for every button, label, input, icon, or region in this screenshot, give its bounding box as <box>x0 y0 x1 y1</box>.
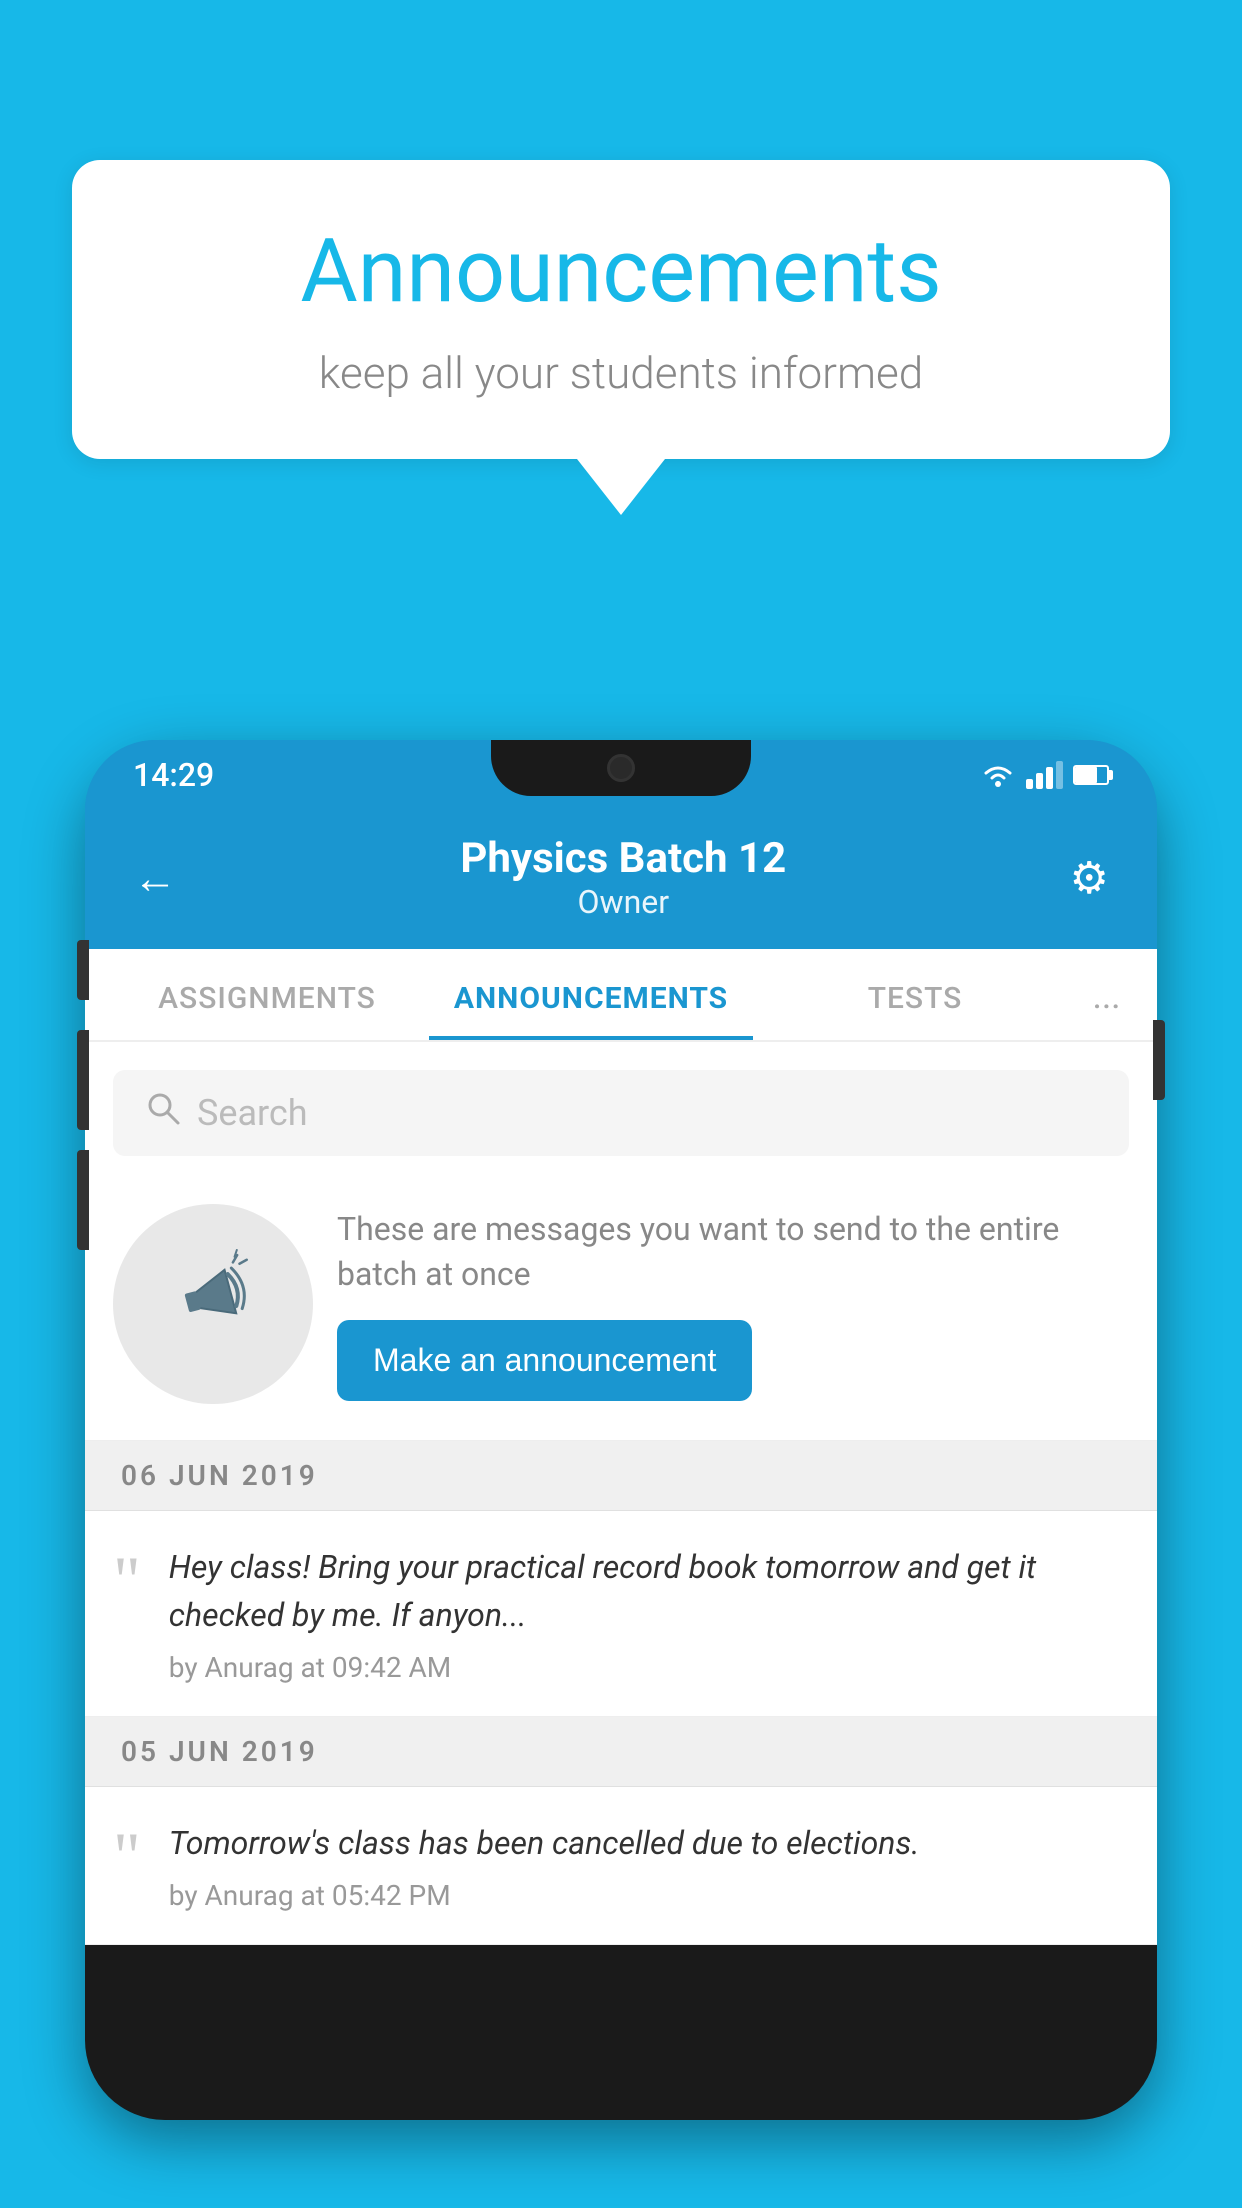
volume-down-button <box>77 1150 89 1250</box>
announcement-content-2: Tomorrow's class has been cancelled due … <box>169 1819 920 1912</box>
tab-more[interactable]: ... <box>1077 949 1137 1040</box>
bubble-subtitle: keep all your students informed <box>152 347 1090 399</box>
phone-screen: 14:29 <box>85 740 1157 2120</box>
bubble-title: Announcements <box>152 220 1090 323</box>
batch-title: Physics Batch 12 <box>460 834 786 883</box>
header-center: Physics Batch 12 Owner <box>460 834 786 921</box>
wifi-icon <box>980 761 1016 789</box>
date-separator-2: 05 JUN 2019 <box>85 1717 1157 1787</box>
tab-tests[interactable]: TESTS <box>753 949 1077 1040</box>
announcement-item-2[interactable]: " Tomorrow's class has been cancelled du… <box>85 1787 1157 1945</box>
status-icons <box>980 761 1109 789</box>
promo-right: These are messages you want to send to t… <box>337 1207 1129 1402</box>
signal-icon <box>1026 761 1063 789</box>
settings-icon[interactable]: ⚙ <box>1070 852 1109 904</box>
tab-assignments[interactable]: ASSIGNMENTS <box>105 949 429 1040</box>
announcement-text-2: Tomorrow's class has been cancelled due … <box>169 1819 920 1867</box>
search-icon <box>145 1090 181 1136</box>
mute-button <box>77 940 89 1000</box>
announcement-content-1: Hey class! Bring your practical record b… <box>169 1543 1129 1684</box>
promo-section: These are messages you want to send to t… <box>85 1184 1157 1441</box>
announcement-meta-1: by Anurag at 09:42 AM <box>169 1651 1129 1684</box>
announcement-meta-2: by Anurag at 05:42 PM <box>169 1879 920 1912</box>
speech-bubble-arrow <box>577 459 665 515</box>
promo-description: These are messages you want to send to t… <box>337 1207 1129 1297</box>
megaphone-icon <box>149 1233 277 1375</box>
quote-icon-2: " <box>113 1819 141 1912</box>
promo-icon-circle <box>113 1204 313 1404</box>
phone-frame: 14:29 <box>85 740 1157 2120</box>
owner-label: Owner <box>460 883 786 921</box>
phone-mockup: 14:29 <box>85 740 1157 2208</box>
phone-content: Search <box>85 1042 1157 1945</box>
phone-notch <box>491 740 751 796</box>
app-header: ← Physics Batch 12 Owner ⚙ <box>85 810 1157 949</box>
battery-icon <box>1073 765 1109 785</box>
search-placeholder: Search <box>197 1092 308 1134</box>
tabs-bar: ASSIGNMENTS ANNOUNCEMENTS TESTS ... <box>85 949 1157 1042</box>
status-time: 14:29 <box>133 756 214 794</box>
speech-bubble-card: Announcements keep all your students inf… <box>72 160 1170 459</box>
back-button[interactable]: ← <box>133 856 177 900</box>
search-bar[interactable]: Search <box>113 1070 1129 1156</box>
power-button <box>1153 1020 1165 1100</box>
quote-icon-1: " <box>113 1543 141 1684</box>
tab-announcements[interactable]: ANNOUNCEMENTS <box>429 949 753 1040</box>
announcement-text-1: Hey class! Bring your practical record b… <box>169 1543 1129 1639</box>
camera-dot <box>607 754 635 782</box>
speech-bubble-section: Announcements keep all your students inf… <box>72 160 1170 515</box>
battery-fill <box>1075 767 1097 783</box>
status-bar: 14:29 <box>85 740 1157 810</box>
announcement-item-1[interactable]: " Hey class! Bring your practical record… <box>85 1511 1157 1717</box>
volume-up-button <box>77 1030 89 1130</box>
date-separator-1: 06 JUN 2019 <box>85 1441 1157 1511</box>
make-announcement-button[interactable]: Make an announcement <box>337 1320 752 1401</box>
